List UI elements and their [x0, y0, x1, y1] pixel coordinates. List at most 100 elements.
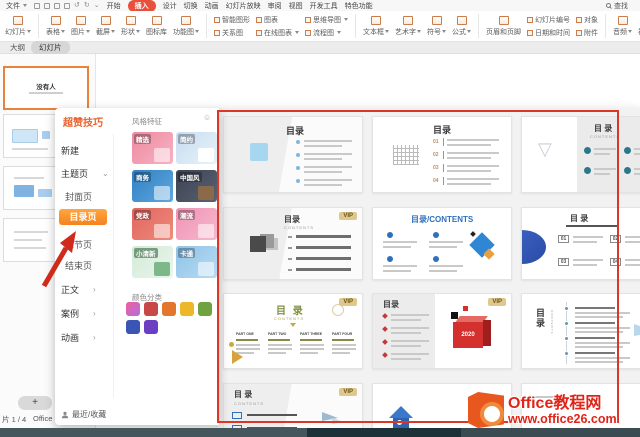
slide-icon: [13, 16, 23, 25]
table-icon: [51, 16, 61, 25]
date-time-icon: [527, 30, 533, 36]
office-logo-icon: [468, 392, 504, 428]
category-business[interactable]: 商务: [132, 170, 173, 202]
save-icon[interactable]: [44, 3, 50, 9]
object-icon: [576, 17, 582, 23]
ribbon-picture-button[interactable]: 图片: [68, 16, 93, 37]
swatch-red[interactable]: [144, 302, 158, 316]
tab-review[interactable]: 审阅: [268, 1, 282, 11]
ribbon-header-footer-button[interactable]: 页眉和页脚: [483, 16, 524, 37]
paper-plane-graphic: [634, 324, 640, 336]
tab-devtools[interactable]: 开发工具: [310, 1, 338, 11]
menu-item-animation[interactable]: 动画›: [61, 331, 96, 344]
swatch-blue[interactable]: [126, 320, 140, 334]
category-fresh[interactable]: 小清新: [132, 246, 173, 278]
taskbar[interactable]: [0, 428, 640, 437]
swatch-purple[interactable]: [144, 320, 158, 334]
tab-features[interactable]: 特色功能: [345, 1, 373, 11]
audio-icon: [618, 16, 628, 25]
scissors-icon: [101, 16, 111, 25]
preview-icon[interactable]: [64, 3, 70, 9]
menu-item-toc-page[interactable]: 目录页: [59, 209, 107, 225]
category-featured[interactable]: 精选: [132, 132, 173, 164]
undo-icon[interactable]: ↺: [74, 3, 80, 9]
watermark-title: Office教程网: [508, 395, 617, 412]
ribbon-screenshot-button[interactable]: 截屏: [93, 16, 118, 37]
ribbon-chart-button[interactable]: 图表: [256, 15, 299, 25]
ribbon-relation-diagram-button[interactable]: 关系图: [214, 28, 250, 38]
watermark-url: www.office26.com: [508, 412, 617, 426]
tab-insert[interactable]: 插入: [128, 0, 156, 12]
ribbon-online-chart-button[interactable]: 在线图表: [256, 28, 299, 38]
ribbon-word-art-button[interactable]: 艺术字: [392, 16, 424, 37]
menu-item-theme-page[interactable]: 主题页⌄: [61, 167, 109, 180]
print-icon[interactable]: [54, 3, 60, 9]
ribbon-attachment-button[interactable]: 附件: [576, 28, 598, 38]
more-icon[interactable]: ⌄: [94, 3, 100, 9]
ribbon-symbol-button[interactable]: 符号: [424, 16, 449, 37]
slide-counter: 片 1 / 4: [2, 414, 26, 425]
panel-tab-bar: 大纲 幻灯片: [0, 42, 640, 54]
search-box[interactable]: 查找: [606, 1, 628, 11]
picture-icon: [76, 16, 86, 25]
ribbon-smart-graphics-button[interactable]: 智能图形: [214, 15, 250, 25]
watermark: Office教程网 www.office26.com: [468, 392, 617, 428]
category-cartoon[interactable]: 卡通: [176, 246, 217, 278]
tab-design[interactable]: 设计: [163, 1, 177, 11]
tab-slideshow[interactable]: 幻灯片放映: [226, 1, 261, 11]
tab-view[interactable]: 视图: [289, 1, 303, 11]
menu-item-cover-page[interactable]: 封面页: [65, 190, 92, 203]
tab-transition[interactable]: 切换: [184, 1, 198, 11]
tab-outline[interactable]: 大纲: [10, 42, 25, 53]
popup-header: 超赞技巧: [63, 114, 103, 129]
swatch-orange[interactable]: [162, 302, 176, 316]
new-file-icon[interactable]: [34, 3, 40, 9]
ribbon-new-slide-button[interactable]: 幻灯片: [2, 16, 34, 37]
add-slide-button[interactable]: +: [18, 396, 52, 410]
tab-slides[interactable]: 幻灯片: [31, 41, 70, 54]
person-icon: [61, 411, 69, 419]
ribbon-shapes-button[interactable]: 形状: [118, 16, 143, 37]
category-party-gov[interactable]: 党政: [132, 208, 173, 240]
ribbon-icon-library-button[interactable]: 图标库: [143, 16, 170, 37]
category-chinese-style[interactable]: 中国风: [176, 170, 217, 202]
ribbon-date-time-button[interactable]: 日期和时间: [527, 28, 570, 38]
recent-favorites-button[interactable]: 最近/收藏: [61, 409, 106, 420]
category-trendy[interactable]: 潮流: [176, 208, 217, 240]
ribbon-formula-button[interactable]: 公式: [449, 16, 474, 37]
ribbon-slide-number-button[interactable]: 幻灯片编号: [527, 15, 570, 25]
ribbon-function-diagram-button[interactable]: 功能图: [170, 16, 202, 37]
chevron-down-icon: ⌄: [102, 169, 109, 178]
annotation-arrow: [36, 224, 88, 290]
swatch-yellow[interactable]: [180, 302, 194, 316]
slide-title: 没有人: [5, 81, 87, 91]
swatch-pink[interactable]: [126, 302, 140, 316]
file-menu[interactable]: 文件: [6, 1, 27, 11]
ribbon-object-button[interactable]: 对象: [576, 15, 598, 25]
symbol-icon: [432, 16, 442, 25]
insert-ribbon: 幻灯片 表格 图片 截屏 形状 图标库 功能图 智能图形 关系图 图表 在线图表…: [0, 11, 640, 42]
function-diagram-icon: [181, 16, 191, 25]
attachment-icon: [576, 30, 582, 36]
smiley-icon[interactable]: ☺: [203, 113, 211, 122]
formula-icon: [457, 16, 467, 25]
ribbon-video-button[interactable]: 视频: [635, 16, 640, 37]
tab-home[interactable]: 开始: [107, 1, 121, 11]
ribbon-text-box-button[interactable]: 文本框: [360, 16, 392, 37]
ribbon-table-button[interactable]: 表格: [43, 16, 68, 37]
flowchart-icon: [305, 30, 311, 36]
slide-thumbnail-1[interactable]: 没有人: [3, 66, 89, 110]
menu-item-new[interactable]: 新建: [61, 144, 79, 157]
ribbon-audio-button[interactable]: 音频: [610, 16, 635, 37]
swatch-green[interactable]: [198, 302, 212, 316]
menu-item-case[interactable]: 案例›: [61, 307, 96, 320]
ribbon-mind-map-button[interactable]: 思维导图: [305, 15, 348, 25]
theme-name: Office: [33, 414, 52, 423]
redo-icon[interactable]: ↻: [84, 3, 90, 9]
chevron-right-icon: ›: [93, 285, 96, 294]
tab-animation[interactable]: 动画: [205, 1, 219, 11]
smart-graphics-icon: [214, 17, 220, 23]
ribbon-flowchart-button[interactable]: 流程图: [305, 28, 348, 38]
category-minimal[interactable]: 简约: [176, 132, 217, 164]
menu-bar: 文件 ↺ ↻ ⌄ 开始 插入 设计 切换 动画 幻灯片放映 审阅 视图 开发工具…: [0, 0, 640, 11]
